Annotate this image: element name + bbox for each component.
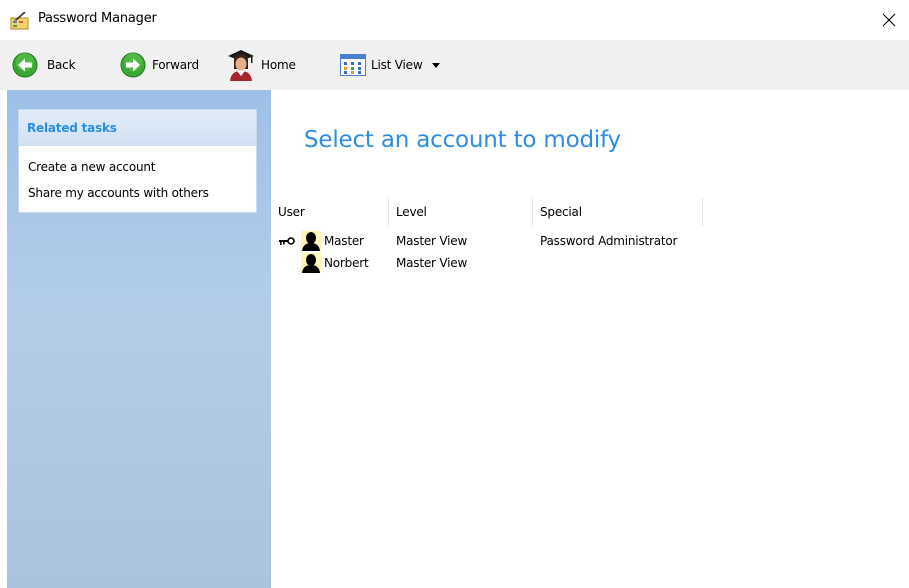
- sidebar: Related tasks Create a new account Share…: [7, 90, 271, 588]
- list-header: User Level Special: [278, 198, 708, 226]
- back-label: Back: [47, 58, 76, 72]
- user-silhouette-icon: [301, 231, 321, 251]
- related-tasks-header: Related tasks: [19, 110, 256, 146]
- list-view-icon: [340, 54, 366, 76]
- user-level: Master View: [396, 234, 468, 248]
- column-header-user[interactable]: User: [278, 198, 305, 226]
- related-tasks-panel: Related tasks Create a new account Share…: [18, 109, 257, 213]
- back-arrow-icon: [12, 52, 38, 78]
- column-divider[interactable]: [532, 198, 533, 226]
- task-list: Create a new account Share my accounts w…: [19, 146, 256, 212]
- forward-label: Forward: [152, 58, 199, 72]
- home-button[interactable]: Home: [226, 40, 296, 90]
- account-row[interactable]: Master Master View Password Administrato…: [278, 230, 708, 252]
- close-icon: [882, 13, 896, 27]
- forward-arrow-icon: [120, 52, 146, 78]
- back-button[interactable]: Back: [12, 40, 76, 90]
- column-divider[interactable]: [388, 198, 389, 226]
- title-bar: Password Manager: [0, 0, 909, 40]
- view-dropdown[interactable]: List View: [340, 40, 441, 90]
- column-header-level[interactable]: Level: [396, 198, 427, 226]
- column-divider[interactable]: [702, 198, 703, 226]
- home-label: Home: [261, 58, 296, 72]
- key-icon: [279, 237, 295, 245]
- user-name: Norbert: [324, 256, 369, 270]
- toolbar: Back Forward Home List View: [0, 40, 909, 90]
- user-name: Master: [324, 234, 364, 248]
- forward-button[interactable]: Forward: [120, 40, 199, 90]
- user-special: Password Administrator: [540, 234, 678, 248]
- graduate-person-icon: [228, 50, 254, 81]
- window-title: Password Manager: [38, 11, 157, 26]
- main-content: Select an account to modify User Level S…: [271, 90, 909, 588]
- close-button[interactable]: [869, 0, 909, 40]
- account-row[interactable]: Norbert Master View: [278, 252, 708, 274]
- caret-down-icon: [432, 62, 441, 68]
- create-account-link[interactable]: Create a new account: [19, 154, 256, 180]
- user-level: Master View: [396, 256, 468, 270]
- app-icon: [10, 11, 30, 30]
- share-accounts-link[interactable]: Share my accounts with others: [19, 180, 256, 206]
- page-title: Select an account to modify: [304, 127, 621, 153]
- view-label: List View: [371, 58, 423, 72]
- user-silhouette-icon: [301, 253, 321, 273]
- column-header-special[interactable]: Special: [540, 198, 582, 226]
